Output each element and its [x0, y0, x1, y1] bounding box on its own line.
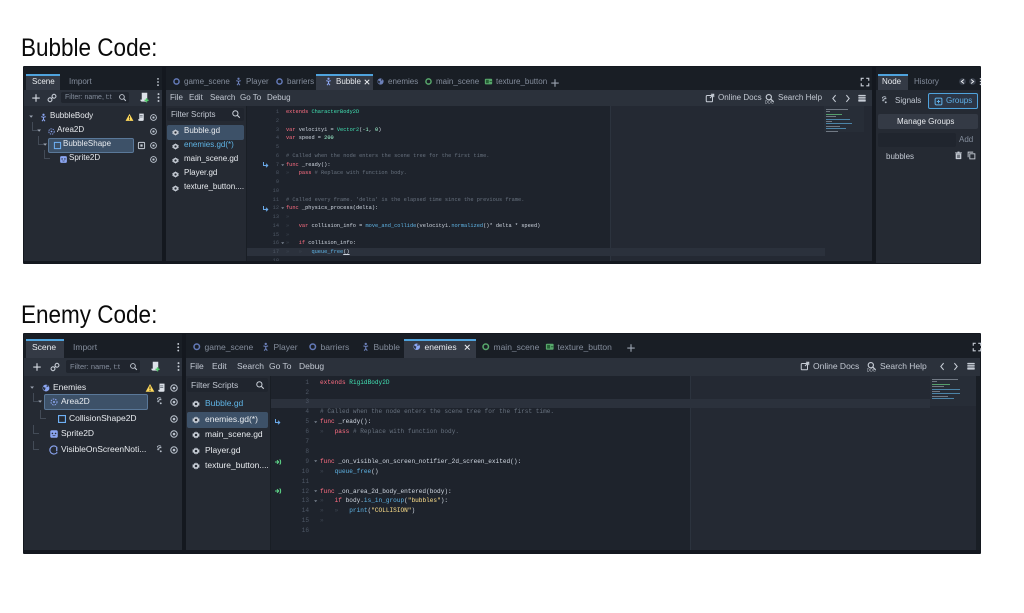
svg-text:DOC: DOC [867, 367, 876, 372]
svg-text:DOC: DOC [765, 99, 774, 104]
